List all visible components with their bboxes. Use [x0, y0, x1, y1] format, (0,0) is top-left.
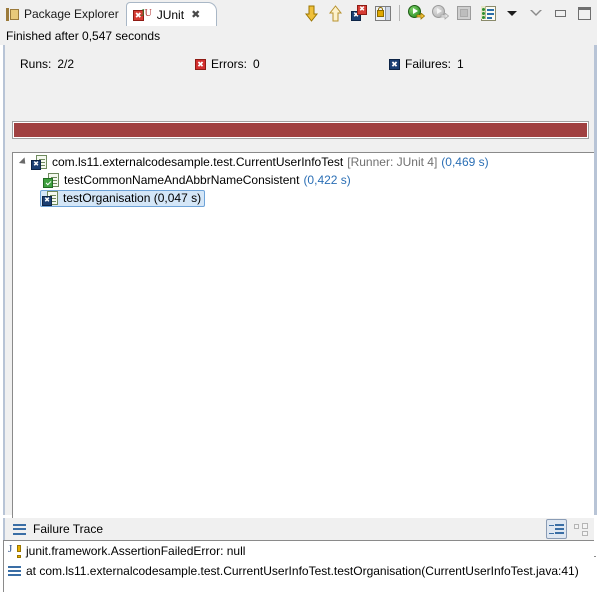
chevron-down-icon: [507, 10, 517, 16]
rerun-arrow-icon: [416, 13, 425, 20]
counters-row: Runs: 2/2 ✖ Errors: 0 ✖ Failures: 1: [5, 53, 594, 75]
failures-value: 1: [457, 57, 464, 71]
arrow-down-icon: [304, 5, 318, 22]
stack-lines-icon: [13, 523, 26, 535]
tree-row-label: com.ls11.externalcodesample.test.Current…: [52, 155, 344, 169]
tree-row-label: testCommonNameAndAbbrNameConsistent: [64, 173, 300, 187]
runs-counter: Runs: 2/2: [20, 57, 74, 71]
errors-label: Errors:: [211, 57, 247, 71]
show-failures-only-button[interactable]: ✖ ✖: [348, 2, 370, 24]
compare-layout-icon: [573, 522, 588, 536]
rerun-failed-arrow-icon: [440, 13, 449, 20]
maximize-icon: [577, 6, 591, 20]
tree-row-label: testOrganisation (0,047 s): [63, 191, 202, 205]
rerun-icon: [407, 5, 425, 21]
filter-stack-trace-icon: [549, 523, 564, 536]
stop-button[interactable]: [453, 2, 475, 24]
history-icon: [480, 5, 496, 21]
compare-result-button[interactable]: [570, 519, 591, 539]
test-progress-bar: [12, 121, 589, 139]
failure-trace-row[interactable]: J junit.framework.AssertionFailedError: …: [4, 541, 594, 561]
view-menu-button[interactable]: [501, 2, 523, 24]
arrow-up-icon: [328, 4, 342, 21]
failure-square-icon: ✖: [389, 58, 400, 70]
tab-strip: Package Explorer ✖ JU JUnit ✖: [0, 0, 218, 27]
rerun-failed-first-button[interactable]: [429, 2, 451, 24]
test-method-passed-icon: [43, 172, 59, 188]
expander-collapse-icon[interactable]: [17, 156, 29, 168]
runs-label: Runs:: [20, 57, 52, 71]
tree-row-selected[interactable]: ✖ testOrganisation (0,047 s): [40, 189, 206, 207]
exception-icon: J: [8, 543, 22, 558]
view-tab-bar: Package Explorer ✖ JU JUnit ✖ ✖ ✖: [0, 0, 597, 27]
status-text: Finished after 0,547 seconds: [6, 28, 161, 43]
failures-label: Failures:: [405, 57, 452, 71]
tab-junit[interactable]: ✖ JU JUnit ✖: [125, 2, 218, 27]
failure-trace-body[interactable]: J junit.framework.AssertionFailedError: …: [3, 540, 594, 592]
tree-row-time: (0,422 s): [303, 173, 351, 187]
runs-value: 2/2: [57, 57, 75, 71]
failures-counter: ✖ Failures: 1: [389, 57, 464, 71]
previous-failed-test-button[interactable]: [324, 2, 346, 24]
maximize-button[interactable]: [573, 2, 595, 24]
tree-row[interactable]: ✖ com.ls11.externalcodesample.test.Curre…: [13, 153, 596, 171]
junit-icon-letters: JU: [140, 8, 152, 19]
tree-row-runner: [Runner: JUnit 4]: [347, 155, 438, 169]
junit-icon: ✖ JU: [132, 8, 152, 22]
failure-trace-row[interactable]: at com.ls11.externalcodesample.test.Curr…: [4, 561, 594, 581]
tree-row[interactable]: testCommonNameAndAbbrNameConsistent (0,4…: [13, 171, 596, 189]
next-failed-test-button[interactable]: [300, 2, 322, 24]
junit-view-panel: Runs: 2/2 ✖ Errors: 0 ✖ Failures: 1 ✖ co…: [3, 45, 596, 557]
scroll-lock-button[interactable]: [372, 2, 394, 24]
test-run-history-button[interactable]: [477, 2, 499, 24]
scroll-lock-icon: [375, 5, 391, 21]
tree-row-time: (0,469 s): [441, 155, 489, 169]
test-progress-fill: [14, 123, 587, 137]
rerun-failed-icon: [431, 5, 449, 21]
minimize-button[interactable]: [549, 2, 571, 24]
errors-counter: ✖ Errors: 0: [195, 57, 260, 71]
failure-trace-header: Failure Trace: [3, 518, 594, 540]
status-line: Finished after 0,547 seconds: [0, 26, 597, 45]
failure-trace-title: Failure Trace: [33, 522, 104, 536]
failed-badge-icon: ✖: [42, 195, 52, 206]
tab-package-explorer[interactable]: Package Explorer: [0, 2, 126, 26]
failure-trace-text: junit.framework.AssertionFailedError: nu…: [26, 544, 246, 558]
minimize-chevron-button[interactable]: [525, 2, 547, 24]
view-toolbar: ✖ ✖: [300, 1, 595, 25]
failed-badge-icon: ✖: [31, 159, 41, 170]
tab-package-explorer-label: Package Explorer: [24, 7, 119, 21]
passed-badge-icon: [43, 177, 53, 188]
failures-only-icon: ✖ ✖: [351, 5, 367, 21]
tree-row[interactable]: ✖ testOrganisation (0,047 s): [13, 189, 596, 207]
test-class-failed-icon: ✖: [31, 154, 47, 170]
error-square-icon: ✖: [195, 58, 206, 70]
rerun-test-button[interactable]: [405, 2, 427, 24]
stop-icon: [457, 6, 471, 20]
tab-junit-label: JUnit: [156, 8, 185, 22]
failure-trace-toolbar: [546, 519, 591, 539]
stack-frame-icon: [8, 566, 21, 576]
errors-value: 0: [253, 57, 260, 71]
failure-trace-text: at com.ls11.externalcodesample.test.Curr…: [26, 564, 579, 578]
close-icon[interactable]: ✖: [191, 9, 200, 21]
toolbar-separator: [399, 5, 400, 21]
test-method-failed-icon: ✖: [42, 190, 58, 206]
test-results-tree[interactable]: ✖ com.ls11.externalcodesample.test.Curre…: [12, 152, 596, 557]
minimize-chevron-icon: [530, 10, 542, 16]
minimize-icon: [554, 9, 566, 17]
filter-stack-trace-button[interactable]: [546, 519, 567, 539]
package-explorer-icon: [6, 7, 19, 21]
